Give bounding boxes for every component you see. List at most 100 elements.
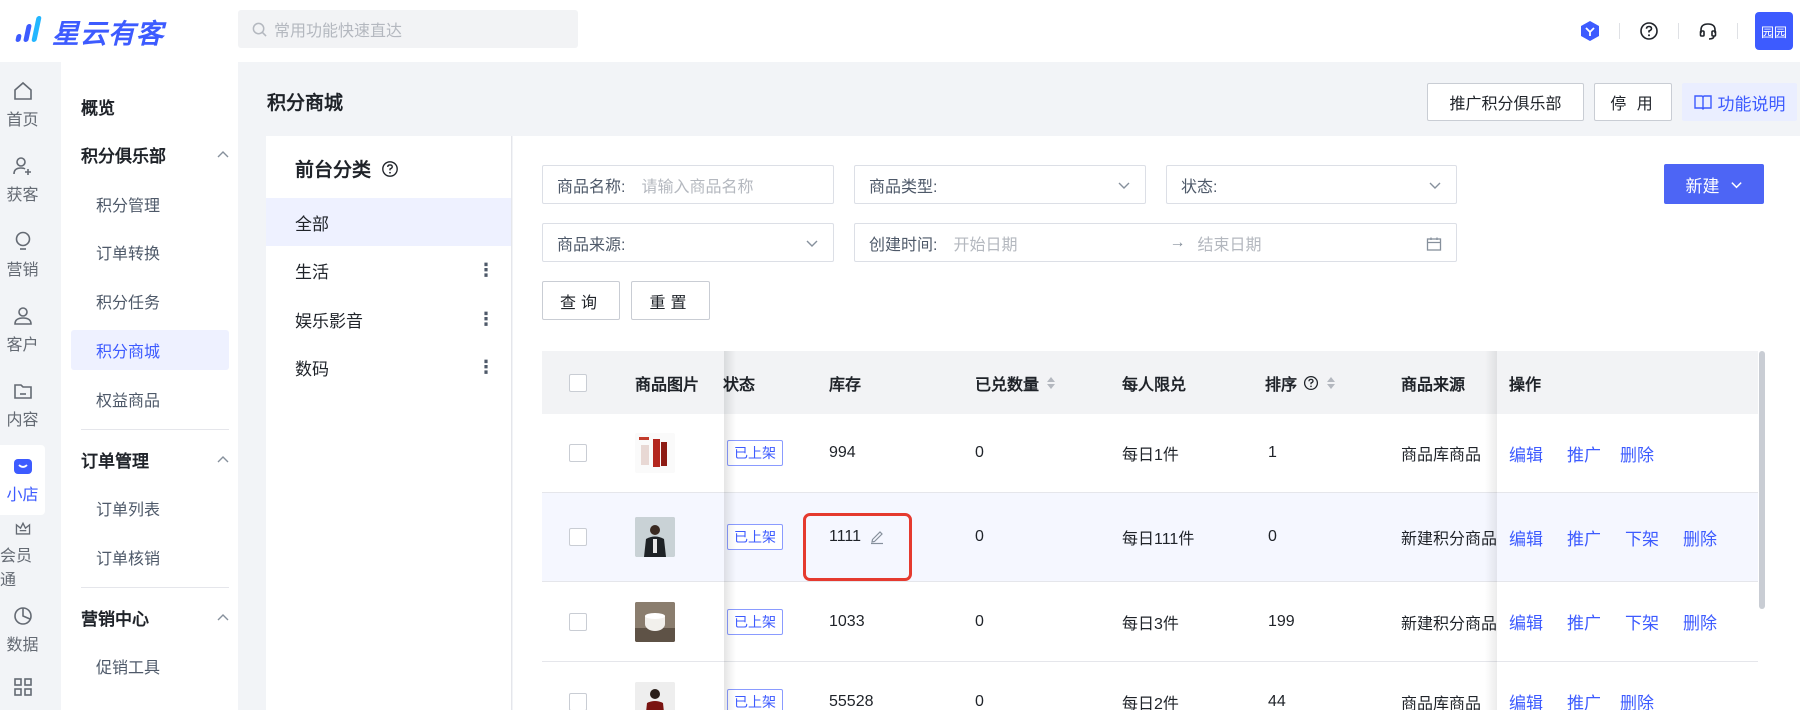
end-date-placeholder[interactable]: 结束日期	[1197, 231, 1261, 255]
rail-item-content[interactable]: 内容	[0, 370, 45, 440]
divider	[1737, 23, 1738, 39]
edit-link[interactable]: 编辑	[1509, 689, 1543, 710]
help-icon[interactable]	[1303, 375, 1319, 391]
submenu-item-points-mall[interactable]: 积分商城	[71, 330, 229, 370]
rail-item-customer[interactable]: 客户	[0, 295, 45, 365]
user-icon	[13, 307, 32, 325]
th-limit: 每人限兑	[1122, 376, 1187, 394]
field-label: 状态:	[1181, 178, 1218, 196]
submenu-group-order-manage[interactable]: 订单管理	[81, 437, 229, 481]
edit-link[interactable]: 编辑	[1509, 441, 1543, 466]
category-label: 数码	[295, 359, 329, 379]
app-logo[interactable]: 星云有客	[14, 12, 164, 50]
source-cell: 商品库商品	[1401, 695, 1482, 710]
goods-thumbnail	[635, 662, 675, 710]
row-actions: 编辑 推广 删除	[1497, 662, 1747, 710]
delete-link[interactable]: 删除	[1620, 689, 1654, 710]
disable-button[interactable]: 停 用	[1594, 83, 1672, 121]
help-icon[interactable]	[1637, 19, 1661, 43]
logo-mark-icon	[14, 16, 44, 46]
help-icon[interactable]	[381, 160, 399, 178]
status-select[interactable]: 状态:	[1166, 165, 1457, 204]
feature-help-button[interactable]: 功能说明	[1682, 83, 1797, 121]
divider	[1678, 23, 1679, 39]
row-checkbox[interactable]	[569, 414, 587, 492]
rail-item-acquire[interactable]: 获客	[0, 145, 45, 215]
query-button[interactable]: 查询	[542, 281, 620, 320]
delete-link[interactable]: 删除	[1620, 441, 1654, 466]
promote-link[interactable]: 推广	[1567, 689, 1601, 710]
th-redeemed[interactable]: 已兑数量	[975, 351, 1056, 414]
edit-link[interactable]: 编辑	[1509, 525, 1543, 550]
submenu-item-order-convert[interactable]: 订单转换	[71, 232, 229, 272]
submenu-item-promo-tools[interactable]: 促销工具	[71, 646, 229, 686]
more-vertical-icon[interactable]: ⋮	[477, 261, 495, 279]
rail-item-marketing[interactable]: 营销	[0, 220, 45, 290]
brand-hex-icon[interactable]	[1578, 19, 1602, 43]
primary-nav: 首页 获客 营销 客户 内容 小店 会员通 数据	[0, 62, 61, 710]
submenu-item-order-list[interactable]: 订单列表	[71, 488, 229, 528]
create-time-range[interactable]: 创建时间: 开始日期 → 结束日期	[854, 223, 1457, 262]
divider	[81, 429, 229, 430]
row-actions: 编辑 推广 删除	[1497, 414, 1747, 492]
submenu-overview-label: 概览	[81, 98, 115, 118]
unlist-link[interactable]: 下架	[1625, 525, 1659, 550]
table-scrollbar[interactable]	[1759, 351, 1765, 609]
unlist-link[interactable]: 下架	[1625, 609, 1659, 634]
select-all-checkbox[interactable]	[569, 351, 587, 414]
goods-name-field[interactable]: 商品名称: 请输入商品名称	[542, 165, 834, 204]
apps-grid-icon	[13, 678, 32, 696]
goods-source-select[interactable]: 商品来源:	[542, 223, 834, 262]
category-item-digital[interactable]: 数码 ⋮	[266, 343, 511, 391]
more-vertical-icon[interactable]: ⋮	[477, 310, 495, 328]
category-item-all[interactable]: 全部	[266, 198, 511, 246]
source-cell: 新建积分商品	[1401, 531, 1496, 548]
start-date-placeholder[interactable]: 开始日期	[953, 231, 1153, 255]
goods-table: 商品图片 状态 库存 已兑数量 每人限兑 排序 商品来源 操作 已上架 994 …	[542, 351, 1758, 710]
search-input[interactable]: 常用功能快速直达	[238, 10, 578, 48]
delete-link[interactable]: 删除	[1683, 609, 1717, 634]
row-checkbox[interactable]	[569, 662, 587, 710]
source-cell: 新建积分商品	[1401, 615, 1496, 633]
submenu-item-benefit-goods[interactable]: 权益商品	[71, 379, 229, 419]
sort-icon	[1327, 376, 1336, 389]
promote-link[interactable]: 推广	[1567, 441, 1601, 466]
reset-button[interactable]: 重置	[631, 281, 710, 320]
delete-link[interactable]: 删除	[1683, 525, 1717, 550]
submenu-item-points-manage[interactable]: 积分管理	[71, 184, 229, 224]
book-icon	[1693, 95, 1712, 110]
new-button-label: 新建	[1685, 176, 1720, 196]
new-button[interactable]: 新建	[1664, 164, 1764, 204]
submenu-group-marketing-center[interactable]: 营销中心	[81, 595, 229, 639]
rail-item-home[interactable]: 首页	[0, 70, 45, 140]
avatar[interactable]: 园园	[1755, 12, 1793, 50]
category-label: 生活	[295, 262, 329, 282]
promote-link[interactable]: 推广	[1567, 609, 1601, 634]
category-item-life[interactable]: 生活 ⋮	[266, 246, 511, 294]
field-label: 创建时间:	[869, 236, 938, 254]
stock-cell: 1033	[829, 612, 865, 630]
more-vertical-icon[interactable]: ⋮	[477, 358, 495, 376]
customer-service-icon[interactable]	[1696, 19, 1720, 43]
rail-item-membership[interactable]: 会员通	[0, 520, 45, 590]
th-actions: 操作	[1509, 376, 1542, 394]
promote-club-button[interactable]: 推广积分俱乐部	[1427, 83, 1584, 121]
edit-link[interactable]: 编辑	[1509, 609, 1543, 634]
rail-item-data[interactable]: 数据	[0, 595, 45, 665]
rail-item-apps[interactable]	[0, 670, 45, 710]
th-stock: 库存	[829, 376, 862, 394]
pie-chart-icon	[13, 607, 32, 625]
submenu-item-points-task[interactable]: 积分任务	[71, 281, 229, 321]
category-item-entertainment[interactable]: 娱乐影音 ⋮	[266, 295, 511, 343]
promote-link[interactable]: 推广	[1567, 525, 1601, 550]
redeemed-cell: 0	[975, 444, 984, 461]
submenu-item-order-verify[interactable]: 订单核销	[71, 537, 229, 577]
row-checkbox[interactable]	[569, 582, 587, 661]
goods-type-select[interactable]: 商品类型:	[854, 165, 1146, 204]
submenu-group-points-club[interactable]: 积分俱乐部	[81, 132, 229, 176]
user-add-icon	[12, 157, 31, 175]
th-rank[interactable]: 排序	[1265, 351, 1336, 414]
submenu-overview[interactable]: 概览	[81, 84, 229, 128]
row-checkbox[interactable]	[569, 493, 587, 581]
rail-item-shop[interactable]: 小店	[0, 445, 45, 515]
